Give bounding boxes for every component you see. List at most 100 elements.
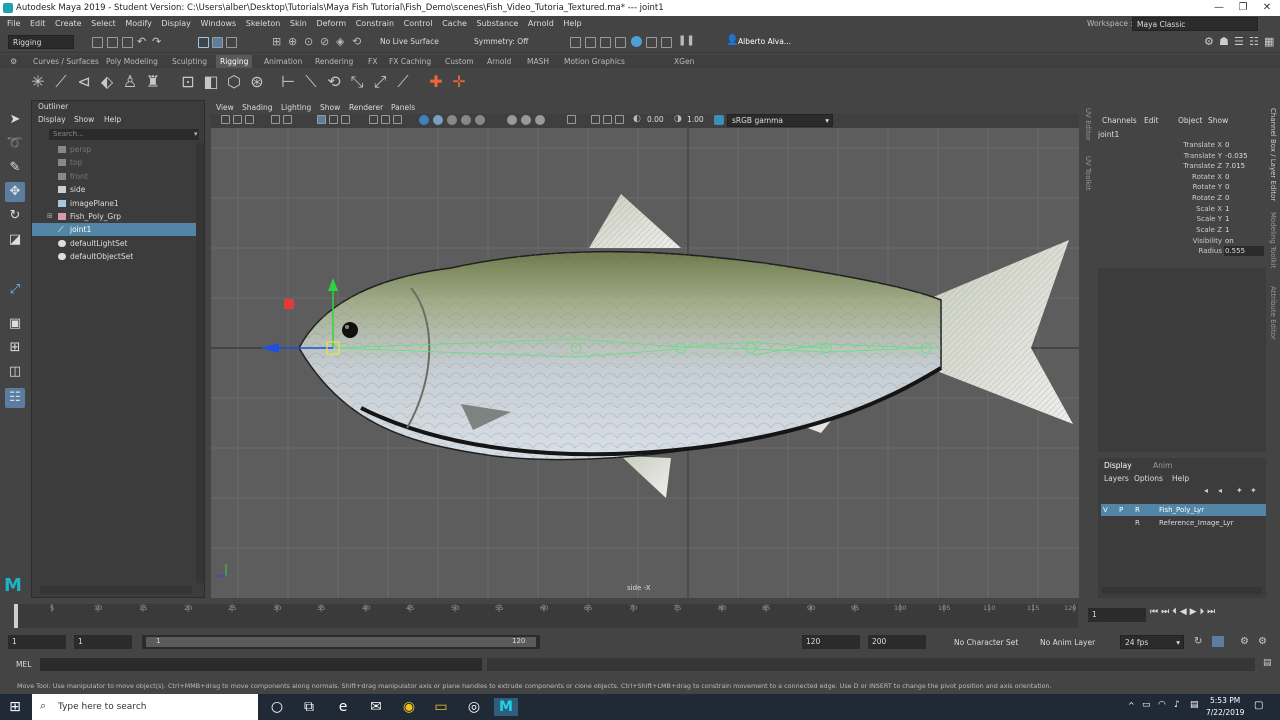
shelf-tab-rendering[interactable]: Rendering <box>315 55 353 68</box>
menu-display[interactable]: Display <box>161 19 191 28</box>
taskbar-date[interactable]: 7/22/2019 <box>1206 708 1244 717</box>
outliner-search-input[interactable]: Search... <box>49 129 199 140</box>
view-transform-select[interactable]: sRGB gamma ▾ <box>727 114 833 127</box>
menu-substance[interactable]: Substance <box>477 19 519 28</box>
user-account-button[interactable]: Alberto Alva... <box>738 37 791 46</box>
workspace-select[interactable]: Maya Classic <box>1132 17 1258 31</box>
select-tool-icon[interactable]: ➤ <box>5 110 25 130</box>
layer-display-type-toggle[interactable]: R <box>1135 517 1140 529</box>
channel-row[interactable]: Scale Y1 <box>1098 214 1266 224</box>
pause-icon[interactable]: ❚❚ <box>678 35 695 46</box>
shelf-tab-motion-graphics[interactable]: Motion Graphics <box>564 55 625 68</box>
start-time-field[interactable]: 1 <box>8 635 66 649</box>
redo-icon[interactable]: ↷ <box>152 35 161 48</box>
select-objects-icon[interactable] <box>212 37 223 48</box>
taskbar-time[interactable]: 5:53 PM <box>1210 696 1240 705</box>
hypershade-icon[interactable] <box>615 37 626 48</box>
select-hierarchy-icon[interactable] <box>198 37 209 48</box>
uv-editor-tab[interactable]: UV Editor <box>1084 108 1092 141</box>
locator-icon[interactable]: ✚ <box>426 71 446 93</box>
command-language-label[interactable]: MEL <box>16 660 31 669</box>
task-view-icon[interactable]: ⧉ <box>298 698 320 716</box>
snap-curve-icon[interactable]: ⊕ <box>288 35 297 48</box>
cluster-icon[interactable]: ⊛ <box>247 71 267 93</box>
rotate-tool-icon[interactable]: ↻ <box>5 206 25 226</box>
snap-point-icon[interactable]: ⊙ <box>304 35 313 48</box>
shelf-tab-custom[interactable]: Custom <box>445 55 474 68</box>
modeling-toolkit-icon[interactable]: ⚙ <box>1204 35 1214 48</box>
channel-row[interactable]: Scale X1 <box>1098 204 1266 214</box>
channel-value[interactable]: 0 <box>1224 193 1264 203</box>
smooth-shade-icon[interactable] <box>381 115 390 124</box>
ik-spline-icon[interactable]: ⊲ <box>74 71 94 93</box>
outliner-item-defaultlightset[interactable]: defaultLightSet <box>32 237 197 250</box>
ambient-occlusion-icon[interactable] <box>507 115 517 125</box>
viewport-menu-panels[interactable]: Panels <box>391 101 415 114</box>
channel-value[interactable]: 0 <box>1224 182 1264 192</box>
command-input[interactable] <box>40 658 482 671</box>
shelf-tab-arnold[interactable]: Arnold <box>487 55 511 68</box>
viewport-menu-renderer[interactable]: Renderer <box>349 101 383 114</box>
channel-row[interactable]: Visibility on <box>1098 236 1266 246</box>
channel-menu-show[interactable]: Show <box>1208 116 1228 125</box>
playback-end-field[interactable]: 120 <box>802 635 860 649</box>
character-controls-icon[interactable]: ☗ <box>1219 35 1229 48</box>
outliner-item-top[interactable]: top <box>32 156 197 169</box>
channel-value[interactable]: -0.035 <box>1224 151 1264 161</box>
play-backwards-icon[interactable]: ◀ <box>1180 607 1190 617</box>
network-icon[interactable]: ◠ <box>1158 700 1166 710</box>
save-scene-icon[interactable] <box>122 37 133 48</box>
bookmarks-icon[interactable] <box>245 115 254 124</box>
time-slider[interactable]: 1 5 10 15 20 25 30 35 40 45 50 55 60 65 … <box>14 604 1078 628</box>
wireframe-on-shaded-icon[interactable] <box>393 115 402 124</box>
pole-vector-icon[interactable]: ⟋ <box>393 71 413 93</box>
channel-row[interactable]: Translate X0 <box>1098 140 1266 150</box>
mirror-joint-icon[interactable]: ⬖ <box>97 71 117 93</box>
xray-joints-icon[interactable] <box>475 115 485 125</box>
attribute-editor-tab[interactable]: Attribute Editor <box>1269 286 1277 340</box>
shelf-tab-sculpting[interactable]: Sculpting <box>172 55 207 68</box>
use-all-lights-icon[interactable] <box>433 115 443 125</box>
mail-icon[interactable]: ✉ <box>365 698 387 716</box>
outliner-scrollbar[interactable] <box>196 143 204 583</box>
chrome-icon[interactable]: ◉ <box>398 698 420 716</box>
channel-row[interactable]: Rotate Z0 <box>1098 193 1266 203</box>
menu-windows[interactable]: Windows <box>200 19 236 28</box>
shadows-icon[interactable] <box>447 115 457 125</box>
channel-menu-channels[interactable]: Channels <box>1102 116 1137 125</box>
menu-modify[interactable]: Modify <box>125 19 152 28</box>
obs-icon[interactable]: ◎ <box>463 698 485 716</box>
menu-skin[interactable]: Skin <box>290 19 307 28</box>
layer-hscrollbar[interactable] <box>1102 587 1262 594</box>
scale-tool-icon[interactable]: ◪ <box>5 230 25 250</box>
snap-edge-icon[interactable]: ⟲ <box>352 35 361 48</box>
channel-value[interactable]: 0 <box>1224 140 1264 150</box>
symmetry-label[interactable]: Symmetry: Off <box>474 37 528 46</box>
channel-row[interactable]: Rotate X0 <box>1098 172 1266 182</box>
four-view-icon[interactable]: ⊞ <box>5 338 25 358</box>
scale-constraint-icon[interactable]: ⤡ <box>347 71 367 93</box>
shelf-tab-fx[interactable]: FX <box>368 55 377 68</box>
layer-menu-layers[interactable]: Layers <box>1104 474 1129 483</box>
menu-file[interactable]: File <box>7 19 20 28</box>
maximize-button[interactable]: ❐ <box>1230 0 1256 16</box>
shelf-tab-mash[interactable]: MASH <box>527 55 549 68</box>
layer-playback-toggle[interactable]: P <box>1119 504 1123 516</box>
step-forward-frame-icon[interactable]: ⏵ <box>1200 607 1208 617</box>
channel-value[interactable]: 1 <box>1224 204 1264 214</box>
menu-cache[interactable]: Cache <box>442 19 467 28</box>
render-settings-icon[interactable] <box>600 37 611 48</box>
viewport-menu-show[interactable]: Show <box>320 101 340 114</box>
channel-box-icon[interactable]: ▦ <box>1264 35 1274 48</box>
tray-chevron-icon[interactable]: ^ <box>1128 701 1135 710</box>
character-set-select[interactable]: No Character Set <box>954 638 1018 647</box>
menu-select[interactable]: Select <box>91 19 116 28</box>
snap-grid-icon[interactable]: ⊞ <box>272 35 281 48</box>
search-dropdown-icon[interactable]: ▾ <box>194 130 198 138</box>
shelf-settings-icon[interactable]: ⚙ <box>10 57 17 66</box>
select-components-icon[interactable] <box>226 37 237 48</box>
audio-icon[interactable]: ⚙ <box>1240 636 1249 647</box>
layer-tab-display[interactable]: Display <box>1104 461 1132 470</box>
gamma-field[interactable]: 1.00 <box>687 115 704 124</box>
menu-edit[interactable]: Edit <box>30 19 46 28</box>
